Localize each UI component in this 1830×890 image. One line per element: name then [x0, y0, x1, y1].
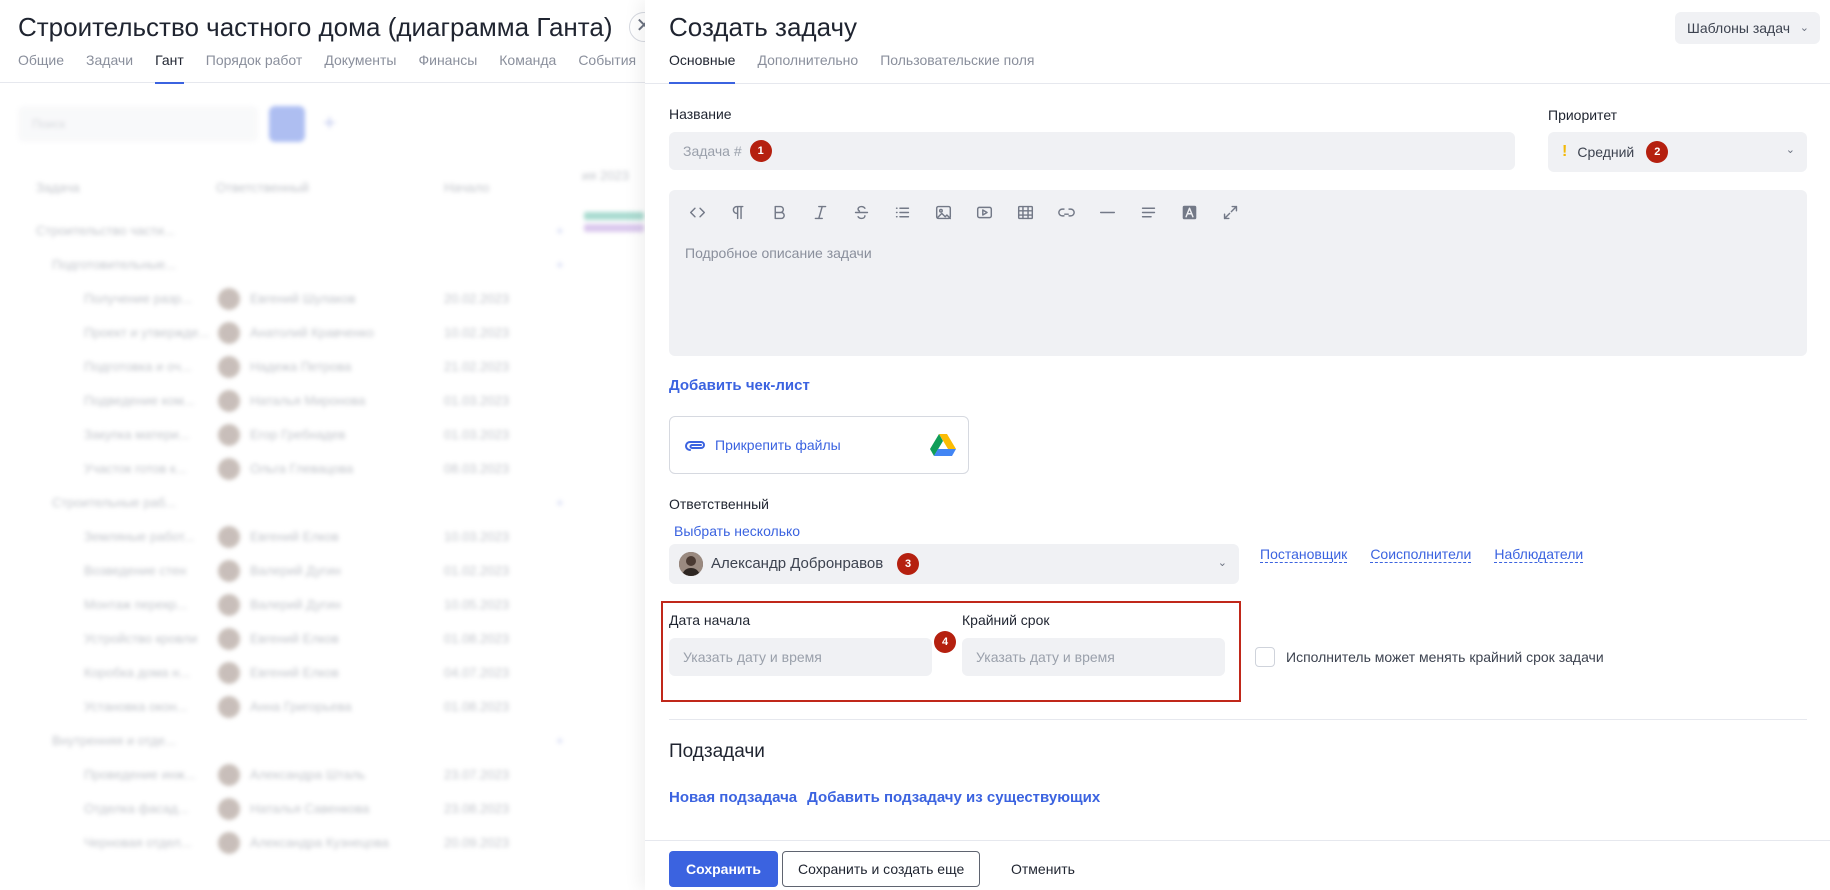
save-button[interactable]: Сохранить [669, 851, 778, 887]
description-editor[interactable]: Подробное описание задачи [669, 190, 1807, 356]
start-date-input[interactable]: Указать дату и время [669, 638, 932, 676]
text-color-icon[interactable] [1169, 198, 1210, 226]
video-icon[interactable] [964, 198, 1005, 226]
avatar [679, 552, 703, 576]
tab-custom-fields[interactable]: Пользовательские поля [880, 52, 1034, 84]
project-tab-tasks[interactable]: Задачи [86, 52, 133, 84]
new-subtask-link[interactable]: Новая подзадача [669, 789, 797, 806]
add-checklist-link[interactable]: Добавить чек-лист [669, 377, 810, 394]
annotation-marker: 4 [934, 631, 956, 653]
coexecutors-link[interactable]: Соисполнители [1370, 546, 1472, 563]
create-task-drawer: Создать задачу Основные Дополнительно По… [645, 0, 1830, 890]
italic-icon[interactable] [800, 198, 841, 226]
divider [669, 719, 1807, 720]
deadline-placeholder: Указать дату и время [976, 649, 1115, 665]
drawer-footer: Сохранить Сохранить и создать еще Отмени… [645, 840, 1830, 890]
attach-files-label: Прикрепить файлы [715, 437, 841, 453]
project-tab-events[interactable]: События [578, 52, 636, 84]
code-icon[interactable] [677, 198, 718, 226]
drawer-tabs: Основные Дополнительно Пользовательские … [669, 52, 1034, 84]
attach-files-button[interactable]: Прикрепить файлы [669, 416, 969, 474]
table-icon[interactable] [1005, 198, 1046, 226]
project-title: Строительство частного дома (диаграмма Г… [18, 12, 613, 42]
observers-link[interactable]: Наблюдатели [1494, 546, 1584, 563]
drawer-title: Создать задачу [669, 12, 858, 42]
description-placeholder: Подробное описание задачи [685, 245, 872, 261]
project-tab-finance[interactable]: Финансы [418, 52, 477, 84]
start-date-placeholder: Указать дату и время [683, 649, 822, 665]
tab-basic[interactable]: Основные [669, 52, 736, 84]
task-templates-dropdown[interactable]: Шаблоны задач ⌄ [1675, 12, 1820, 44]
project-tab-documents[interactable]: Документы [324, 52, 396, 84]
project-tab-general[interactable]: Общие [18, 52, 64, 84]
project-tab-team[interactable]: Команда [499, 52, 556, 84]
responsible-label: Ответственный [669, 496, 769, 512]
paragraph-icon[interactable] [718, 198, 759, 226]
project-tab-gantt[interactable]: Гант [155, 52, 184, 84]
link-icon[interactable] [1046, 198, 1087, 226]
responsible-select[interactable]: Александр Добронравов 3 ⌄ [669, 544, 1239, 584]
deadline-label: Крайний срок [962, 612, 1050, 628]
drawer-header: Создать задачу Основные Дополнительно По… [645, 0, 1830, 84]
horizontal-rule-icon[interactable] [1087, 198, 1128, 226]
paperclip-icon [685, 441, 705, 451]
bullet-list-icon[interactable] [882, 198, 923, 226]
annotation-marker: 2 [1646, 141, 1669, 163]
align-icon[interactable] [1128, 198, 1169, 226]
annotation-marker: 3 [897, 553, 919, 575]
expand-icon[interactable] [1210, 198, 1251, 226]
task-name-input[interactable]: Задача # 1 [669, 132, 1515, 170]
deadline-change-checkbox[interactable] [1255, 647, 1275, 667]
chevron-down-icon: ⌄ [1217, 557, 1227, 569]
role-links: Постановщик Соисполнители Наблюдатели [1260, 546, 1584, 563]
cancel-button[interactable]: Отменить [1007, 851, 1079, 887]
dim-overlay [0, 84, 645, 890]
task-name-placeholder: Задача # [683, 143, 742, 159]
tab-additional[interactable]: Дополнительно [757, 52, 858, 84]
priority-select[interactable]: ! Средний 2 ⌄ [1548, 132, 1807, 172]
templates-label: Шаблоны задач [1687, 20, 1790, 36]
editor-toolbar [677, 198, 1251, 226]
assigner-link[interactable]: Постановщик [1260, 546, 1348, 563]
google-drive-icon[interactable] [930, 434, 956, 457]
deadline-change-label: Исполнитель может менять крайний срок за… [1286, 649, 1604, 665]
priority-value: Средний [1577, 144, 1635, 160]
strikethrough-icon[interactable] [841, 198, 882, 226]
select-multiple-link[interactable]: Выбрать несколько [674, 523, 800, 539]
chevron-down-icon: ⌄ [1799, 22, 1809, 34]
subtasks-title: Подзадачи [669, 741, 765, 762]
start-date-label: Дата начала [669, 612, 751, 628]
chevron-down-icon: ⌄ [1785, 144, 1795, 156]
bold-icon[interactable] [759, 198, 800, 226]
subtask-links: Новая подзадача Добавить подзадачу из су… [669, 789, 1100, 806]
deadline-input[interactable]: Указать дату и время [962, 638, 1225, 676]
project-tab-workflow[interactable]: Порядок работ [206, 52, 303, 84]
save-and-create-button[interactable]: Сохранить и создать еще [782, 851, 981, 887]
responsible-name: Александр Добронравов [711, 555, 884, 572]
priority-label: Приоритет [1548, 107, 1618, 123]
add-existing-subtask-link[interactable]: Добавить подзадачу из существующих [807, 789, 1100, 806]
annotation-marker: 1 [749, 140, 772, 162]
name-label: Название [669, 106, 732, 122]
project-tabs: Общие Задачи Гант Порядок работ Документ… [18, 52, 636, 84]
image-icon[interactable] [923, 198, 964, 226]
priority-icon: ! [1562, 143, 1568, 160]
